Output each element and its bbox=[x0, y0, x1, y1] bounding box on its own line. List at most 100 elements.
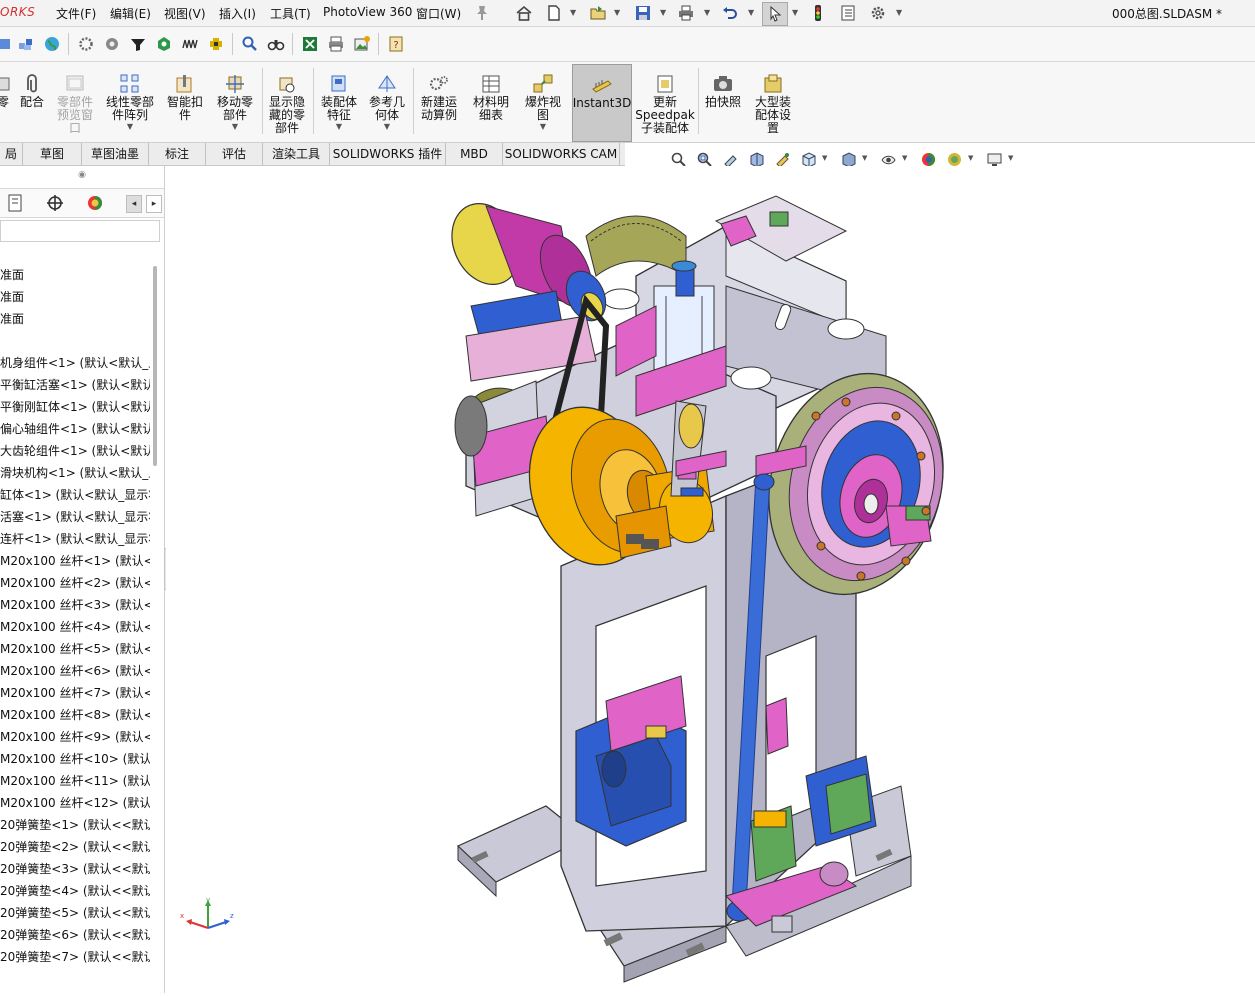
file-properties-icon[interactable] bbox=[836, 2, 860, 24]
save-icon[interactable] bbox=[631, 2, 655, 24]
move-component-dropdown-icon[interactable]: ▼ bbox=[232, 122, 238, 132]
menu-file[interactable]: 文件(F) bbox=[56, 5, 96, 22]
printer-icon[interactable] bbox=[326, 34, 346, 54]
tree-item[interactable]: 20弹簧垫<2> (默认<<默认 bbox=[0, 836, 150, 858]
options-gear-icon[interactable] bbox=[866, 2, 890, 24]
cmd-bom[interactable]: 材料明 细表 bbox=[468, 64, 514, 140]
tree-item[interactable]: 准面 bbox=[0, 264, 150, 286]
tab-mbd[interactable]: MBD bbox=[446, 143, 503, 165]
tree-item[interactable]: 缸体<1> (默认<默认_显示状 bbox=[0, 484, 150, 506]
tree-item[interactable]: M20x100 丝杆<5> (默认< bbox=[0, 638, 150, 660]
tree-item[interactable]: M20x100 丝杆<4> (默认< bbox=[0, 616, 150, 638]
tab-render-tools[interactable]: 渲染工具 bbox=[263, 143, 330, 165]
assembly-icon[interactable] bbox=[0, 34, 14, 54]
tab-solidworks-cam[interactable]: SOLIDWORKS CAM bbox=[503, 143, 620, 165]
menu-photoview[interactable]: PhotoView 360 bbox=[323, 5, 412, 19]
menu-window[interactable]: 窗口(W) bbox=[416, 5, 461, 22]
tree-item[interactable]: 20弹簧垫<5> (默认<<默认 bbox=[0, 902, 150, 924]
options-dropdown-icon[interactable]: ▼ bbox=[896, 8, 902, 17]
wave-icon[interactable] bbox=[180, 34, 200, 54]
tree-item[interactable]: M20x100 丝杆<1> (默认< bbox=[0, 550, 150, 572]
tree-item[interactable]: M20x100 丝杆<3> (默认< bbox=[0, 594, 150, 616]
config-manager-icon[interactable] bbox=[40, 192, 70, 214]
property-manager-icon[interactable] bbox=[0, 192, 30, 214]
tree-scrollbar[interactable] bbox=[153, 266, 157, 466]
menu-view[interactable]: 视图(V) bbox=[164, 5, 206, 22]
open-file-icon[interactable] bbox=[586, 2, 610, 24]
tree-item[interactable]: M20x100 丝杆<7> (默认< bbox=[0, 682, 150, 704]
home-icon[interactable] bbox=[512, 2, 536, 24]
new-document-icon[interactable] bbox=[542, 2, 566, 24]
tree-item[interactable]: M20x100 丝杆<9> (默认< bbox=[0, 726, 150, 748]
cmd-show-hidden[interactable]: 显示隐 藏的零 部件 bbox=[264, 64, 310, 140]
assembly-feature-dropdown-icon[interactable]: ▼ bbox=[336, 122, 342, 132]
excel-icon[interactable] bbox=[300, 34, 320, 54]
open-dropdown-icon[interactable]: ▼ bbox=[614, 8, 620, 17]
display-manager-icon[interactable] bbox=[80, 192, 110, 214]
cmd-exploded-view[interactable]: 爆炸视 图 ▼ bbox=[520, 64, 566, 140]
tree-item[interactable]: M20x100 丝杆<10> (默认< bbox=[0, 748, 150, 770]
tree-item[interactable]: 20弹簧垫<1> (默认<<默认 bbox=[0, 814, 150, 836]
panel-scroll-left-icon[interactable]: ◂ bbox=[126, 195, 142, 213]
cmd-mate[interactable]: 配合 bbox=[16, 64, 48, 140]
image-import-icon[interactable] bbox=[352, 34, 372, 54]
tab-layout[interactable]: 局 bbox=[0, 143, 23, 165]
hide-show-dropdown-icon[interactable]: ▼ bbox=[902, 154, 907, 162]
display-style-dropdown-icon[interactable]: ▼ bbox=[862, 154, 867, 162]
cmd-instant3d[interactable]: Instant3D bbox=[572, 64, 632, 142]
exploded-view-dropdown-icon[interactable]: ▼ bbox=[540, 122, 546, 132]
tab-solidworks-addins[interactable]: SOLIDWORKS 插件 bbox=[330, 143, 446, 165]
save-dropdown-icon[interactable]: ▼ bbox=[660, 8, 666, 17]
tree-item[interactable]: 活塞<1> (默认<默认_显示状 bbox=[0, 506, 150, 528]
view-settings-dropdown-icon[interactable]: ▼ bbox=[1008, 154, 1013, 162]
settings-gear-icon[interactable] bbox=[76, 34, 96, 54]
menu-tools[interactable]: 工具(T) bbox=[270, 5, 311, 22]
gear-part-icon[interactable] bbox=[102, 34, 122, 54]
new-dropdown-icon[interactable]: ▼ bbox=[570, 8, 576, 17]
tree-item[interactable]: 连杆<1> (默认<默认_显示状 bbox=[0, 528, 150, 550]
print-dropdown-icon[interactable]: ▼ bbox=[704, 8, 710, 17]
cmd-large-assembly[interactable]: 大型装 配体设 置 bbox=[750, 64, 796, 140]
tab-sketch-ink[interactable]: 草图油墨 bbox=[82, 143, 149, 165]
tree-item[interactable]: 机身组件<1> (默认<默认_显 bbox=[0, 352, 150, 374]
tree-item[interactable]: 平衡缸活塞<1> (默认<默认 bbox=[0, 374, 150, 396]
tab-markup[interactable]: 标注 bbox=[149, 143, 206, 165]
tree-item[interactable]: M20x100 丝杆<11> (默认< bbox=[0, 770, 150, 792]
tab-sketch[interactable]: 草图 bbox=[23, 143, 82, 165]
cmd-part[interactable]: 零 bbox=[0, 64, 14, 140]
cmd-linear-pattern[interactable]: 线性零部 件阵列 ▼ bbox=[102, 64, 158, 140]
cmd-smart-fastener[interactable]: 智能扣 件 bbox=[162, 64, 208, 140]
binoculars-icon[interactable] bbox=[266, 34, 286, 54]
tree-item[interactable]: 平衡刚缸体<1> (默认<默认 bbox=[0, 396, 150, 418]
menu-insert[interactable]: 插入(I) bbox=[219, 5, 256, 22]
traffic-light-icon[interactable] bbox=[806, 2, 830, 24]
cmd-move-component[interactable]: 移动零 部件 ▼ bbox=[212, 64, 258, 140]
cmd-snapshot[interactable]: 拍快照 bbox=[700, 64, 746, 140]
tree-item[interactable]: M20x100 丝杆<8> (默认< bbox=[0, 704, 150, 726]
linear-pattern-dropdown-icon[interactable]: ▼ bbox=[127, 122, 133, 132]
panel-collapse-handle[interactable]: ◉ bbox=[0, 170, 164, 188]
tree-item[interactable]: 20弹簧垫<6> (默认<<默认 bbox=[0, 924, 150, 946]
tree-item[interactable]: 偏心轴组件<1> (默认<默认 bbox=[0, 418, 150, 440]
menu-edit[interactable]: 编辑(E) bbox=[110, 5, 151, 22]
tree-item[interactable]: 20弹簧垫<7> (默认<<默认 bbox=[0, 946, 150, 968]
funnel-icon[interactable] bbox=[128, 34, 148, 54]
apply-scene-dropdown-icon[interactable]: ▼ bbox=[968, 154, 973, 162]
view-orientation-dropdown-icon[interactable]: ▼ bbox=[822, 154, 827, 162]
cmd-speedpak[interactable]: 更新 Speedpak 子装配体 bbox=[635, 64, 695, 140]
globe-icon[interactable] bbox=[42, 34, 62, 54]
cmd-assembly-feature[interactable]: 装配体 特征 ▼ bbox=[316, 64, 362, 140]
panel-scroll-right-icon[interactable]: ▸ bbox=[146, 195, 162, 213]
tree-item[interactable]: 20弹簧垫<3> (默认<<默认 bbox=[0, 858, 150, 880]
undo-icon[interactable] bbox=[718, 2, 742, 24]
zoom-find-icon[interactable] bbox=[240, 34, 260, 54]
tree-item[interactable]: M20x100 丝杆<12> (默认< bbox=[0, 792, 150, 814]
pin-icon[interactable] bbox=[470, 2, 494, 24]
tree-item[interactable]: 20弹簧垫<4> (默认<<默认 bbox=[0, 880, 150, 902]
undo-dropdown-icon[interactable]: ▼ bbox=[748, 8, 754, 17]
graphics-area[interactable]: y x z bbox=[166, 166, 1255, 993]
tree-item[interactable]: M20x100 丝杆<2> (默认< bbox=[0, 572, 150, 594]
tree-item[interactable]: M20x100 丝杆<6> (默认< bbox=[0, 660, 150, 682]
tree-item[interactable]: 滑块机构<1> (默认<默认_显 bbox=[0, 462, 150, 484]
tree-item[interactable]: 准面 bbox=[0, 286, 150, 308]
